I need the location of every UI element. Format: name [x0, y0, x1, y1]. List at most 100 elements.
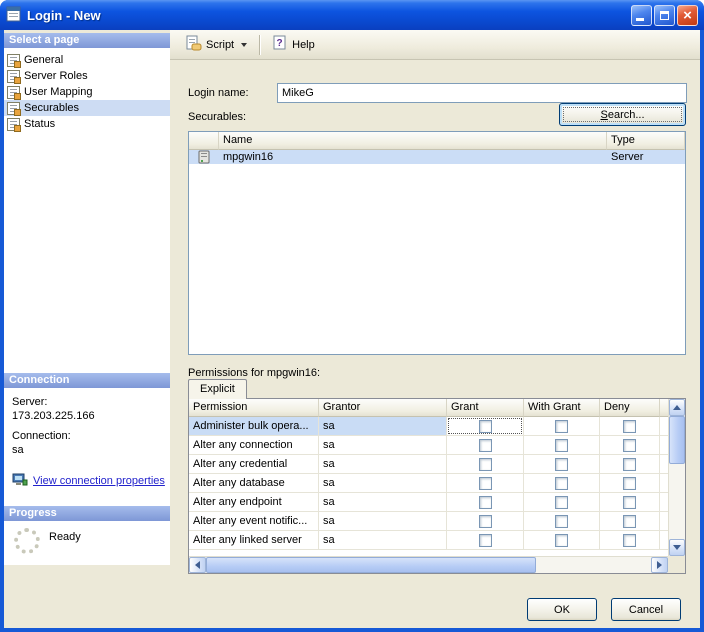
page-icon — [7, 86, 20, 99]
with-grant-checkbox[interactable] — [555, 458, 568, 471]
script-dropdown-arrow-icon — [241, 43, 247, 47]
arrow-up-icon — [673, 405, 681, 410]
sidebar-item-label: Status — [24, 118, 55, 130]
with-grant-checkbox[interactable] — [555, 496, 568, 509]
sidebar-item-general[interactable]: General — [4, 52, 170, 68]
scroll-up-button[interactable] — [669, 399, 685, 416]
sidebar-item-user-mapping[interactable]: User Mapping — [4, 84, 170, 100]
minimize-button[interactable] — [631, 5, 652, 26]
login-new-dialog: Login - New × Select a page GeneralServe… — [0, 0, 704, 632]
toolbar-separator — [259, 35, 260, 55]
deny-column-header[interactable]: Deny — [600, 399, 660, 417]
permission-column-header[interactable]: Permission — [189, 399, 319, 417]
name-column-header[interactable]: Name — [219, 132, 607, 150]
icon-column-header[interactable] — [189, 132, 219, 150]
grantor-column-header[interactable]: Grantor — [319, 399, 447, 417]
permissions-panel: Permission Grantor Grant With Grant Deny… — [188, 398, 686, 574]
deny-checkbox[interactable] — [623, 515, 636, 528]
search-button[interactable]: Search... — [559, 103, 686, 126]
window-icon — [6, 6, 22, 25]
grant-checkbox[interactable] — [479, 515, 492, 528]
permission-row[interactable]: Alter any endpointsa — [189, 493, 668, 512]
with-grant-checkbox-cell — [524, 512, 600, 530]
sidebar-item-label: Server Roles — [24, 70, 88, 82]
with-grant-checkbox[interactable] — [555, 534, 568, 547]
with-grant-checkbox[interactable] — [555, 420, 568, 433]
grant-checkbox-cell — [447, 417, 524, 435]
grant-checkbox[interactable] — [479, 477, 492, 490]
horizontal-scrollbar-thumb[interactable] — [206, 557, 536, 573]
maximize-button[interactable] — [654, 5, 675, 26]
horizontal-scrollbar-track[interactable] — [536, 557, 651, 573]
arrow-right-icon — [657, 561, 662, 569]
securable-row[interactable]: mpgwin16Server — [189, 150, 685, 164]
arrow-down-icon — [673, 545, 681, 550]
deny-checkbox[interactable] — [623, 420, 636, 433]
help-button[interactable]: ? Help — [266, 31, 321, 58]
ok-button[interactable]: OK — [527, 598, 597, 621]
grant-checkbox[interactable] — [479, 439, 492, 452]
sidebar-item-label: General — [24, 54, 63, 66]
permission-row[interactable]: Alter any linked serversa — [189, 531, 668, 550]
permission-grantor: sa — [319, 493, 447, 511]
sidebar-item-server-roles[interactable]: Server Roles — [4, 68, 170, 84]
page-icon — [7, 54, 20, 67]
deny-checkbox[interactable] — [623, 458, 636, 471]
sidebar-item-label: Securables — [24, 102, 79, 114]
grant-checkbox[interactable] — [479, 496, 492, 509]
with-grant-checkbox-cell — [524, 474, 600, 492]
permission-row[interactable]: Administer bulk opera...sa — [189, 417, 668, 436]
grant-checkbox[interactable] — [479, 534, 492, 547]
permission-row[interactable]: Alter any connectionsa — [189, 436, 668, 455]
scroll-right-button[interactable] — [651, 557, 668, 573]
scroll-left-button[interactable] — [189, 557, 206, 573]
arrow-left-icon — [195, 561, 200, 569]
with-grant-checkbox[interactable] — [555, 439, 568, 452]
with-grant-checkbox[interactable] — [555, 477, 568, 490]
vertical-scrollbar-track[interactable] — [669, 464, 685, 539]
deny-checkbox[interactable] — [623, 496, 636, 509]
permission-row[interactable]: Alter any event notific...sa — [189, 512, 668, 531]
cancel-button[interactable]: Cancel — [611, 598, 681, 621]
permission-grantor: sa — [319, 436, 447, 454]
type-column-header[interactable]: Type — [607, 132, 685, 150]
deny-checkbox[interactable] — [623, 534, 636, 547]
grant-column-header[interactable]: Grant — [447, 399, 524, 417]
deny-checkbox[interactable] — [623, 477, 636, 490]
permission-grantor: sa — [319, 512, 447, 530]
script-button[interactable]: Script — [180, 31, 253, 58]
vertical-scrollbar[interactable] — [668, 399, 685, 556]
permission-name: Alter any event notific... — [189, 512, 319, 530]
permission-grantor: sa — [319, 531, 447, 549]
deny-checkbox-cell — [600, 455, 660, 473]
tab-explicit[interactable]: Explicit — [188, 379, 247, 399]
deny-checkbox[interactable] — [623, 439, 636, 452]
grant-checkbox[interactable] — [479, 420, 492, 433]
scroll-down-button[interactable] — [669, 539, 685, 556]
vertical-scrollbar-thumb[interactable] — [669, 416, 685, 464]
window-title: Login - New — [27, 8, 101, 23]
grant-checkbox-cell — [447, 512, 524, 530]
view-connection-properties-link[interactable]: View connection properties — [33, 475, 165, 487]
permission-name: Alter any database — [189, 474, 319, 492]
minimize-icon — [636, 18, 644, 21]
script-icon — [186, 35, 202, 54]
sidebar-item-status[interactable]: Status — [4, 116, 170, 132]
with-grant-column-header[interactable]: With Grant — [524, 399, 600, 417]
sidebar-item-label: User Mapping — [24, 86, 92, 98]
login-name-label: Login name: — [188, 87, 249, 99]
close-button[interactable]: × — [677, 5, 698, 26]
deny-checkbox-cell — [600, 474, 660, 492]
grant-checkbox[interactable] — [479, 458, 492, 471]
with-grant-checkbox[interactable] — [555, 515, 568, 528]
login-name-input[interactable] — [277, 83, 687, 103]
permission-row[interactable]: Alter any databasesa — [189, 474, 668, 493]
server-icon — [189, 150, 219, 164]
titlebar[interactable]: Login - New × — [0, 0, 704, 30]
deny-checkbox-cell — [600, 417, 660, 435]
horizontal-scrollbar[interactable] — [189, 556, 668, 573]
sidebar-item-securables[interactable]: Securables — [4, 100, 170, 116]
permission-row[interactable]: Alter any credentialsa — [189, 455, 668, 474]
securables-table: Name Type mpgwin16Server — [188, 131, 686, 355]
permission-name: Alter any connection — [189, 436, 319, 454]
